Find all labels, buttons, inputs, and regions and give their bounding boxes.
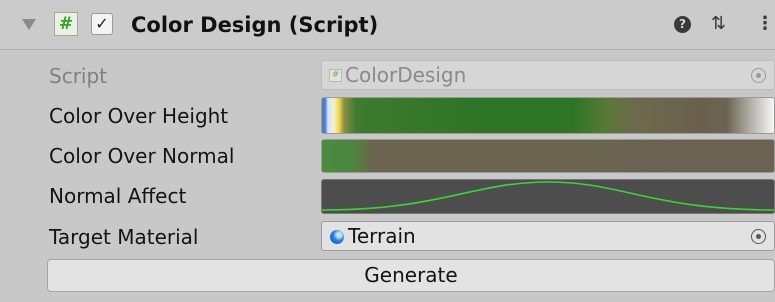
script-field: # ColorDesign (321, 60, 775, 90)
component-header[interactable]: # ✓ Color Design (Script) ? ⇅ ⋮ (0, 0, 775, 50)
normal-affect-label: Normal Affect (49, 184, 187, 208)
target-material-label: Target Material (49, 225, 199, 249)
component-enabled-checkbox[interactable]: ✓ (91, 13, 113, 35)
color-over-normal-gradient[interactable] (321, 139, 775, 173)
help-icon[interactable]: ? (674, 16, 691, 33)
object-picker-icon (751, 68, 766, 83)
component-title: Color Design (Script) (131, 13, 379, 37)
object-picker-icon[interactable] (751, 229, 766, 244)
script-icon: # (54, 12, 78, 36)
target-material-value: Terrain (348, 224, 416, 248)
script-field-value: ColorDesign (345, 63, 467, 87)
curve-graph (322, 181, 774, 211)
color-over-height-label: Color Over Height (49, 104, 229, 128)
foldout-arrow-icon[interactable] (22, 19, 36, 30)
inspector-component-panel: # ✓ Color Design (Script) ? ⇅ ⋮ Script #… (0, 0, 775, 302)
color-over-normal-label: Color Over Normal (49, 144, 235, 168)
color-over-height-gradient[interactable] (321, 97, 775, 134)
normal-affect-curve[interactable] (321, 179, 775, 214)
script-file-icon: # (329, 69, 342, 82)
context-menu-icon[interactable]: ⋮ (756, 13, 774, 35)
material-sphere-icon (330, 230, 344, 244)
presets-icon[interactable]: ⇅ (711, 13, 726, 35)
generate-button[interactable]: Generate (47, 259, 775, 292)
curve-line (322, 181, 774, 211)
target-material-field[interactable]: Terrain (321, 221, 775, 251)
script-label: Script (49, 64, 108, 88)
